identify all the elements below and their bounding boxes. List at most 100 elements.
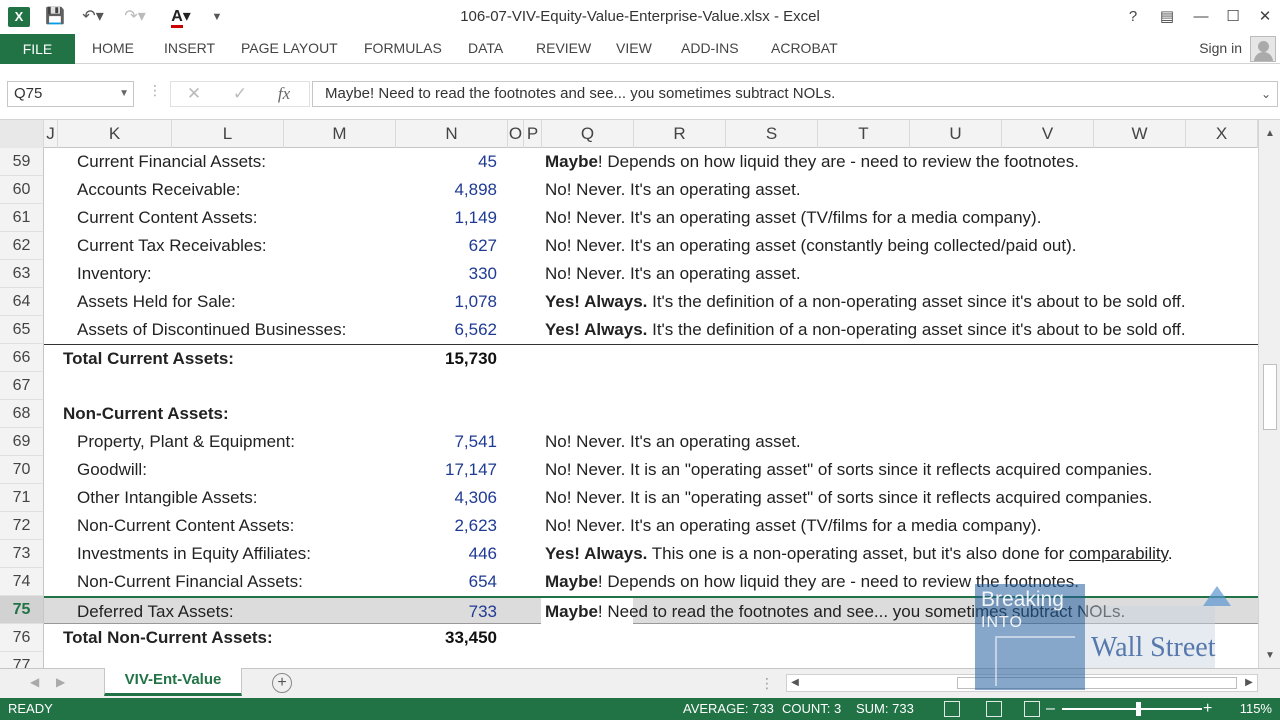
zoom-in-button[interactable]: +	[1203, 698, 1212, 720]
scroll-left-icon[interactable]: ◀	[787, 675, 803, 691]
tab-review[interactable]: REVIEW	[536, 34, 591, 64]
row-header[interactable]: 72	[0, 512, 44, 540]
column-header-l[interactable]: L	[172, 120, 284, 148]
column-header-v[interactable]: V	[1002, 120, 1094, 148]
row-header[interactable]: 73	[0, 540, 44, 568]
formula-bar-grip-icon[interactable]: ⋮	[148, 82, 162, 99]
row-value[interactable]: 2,623	[394, 512, 497, 540]
row-header[interactable]: 66	[0, 344, 44, 372]
row-note[interactable]: No! Never. It's an operating asset (TV/f…	[545, 204, 1041, 232]
zoom-out-button[interactable]: –	[1046, 698, 1055, 720]
row-label[interactable]: Total Non-Current Assets:	[63, 624, 273, 652]
row-value[interactable]: 1,078	[394, 288, 497, 316]
row-header[interactable]: 71	[0, 484, 44, 512]
horizontal-scrollbar[interactable]: ◀ ▶	[786, 674, 1258, 692]
scroll-up-icon[interactable]: ▲	[1259, 124, 1280, 144]
horizontal-scroll-thumb[interactable]	[957, 677, 1237, 689]
prev-sheet-icon[interactable]: ◀	[30, 675, 39, 689]
row-note[interactable]: Yes! Always. This one is a non-operating…	[545, 540, 1173, 568]
select-all-corner[interactable]	[0, 120, 44, 148]
row-note[interactable]: No! Never. It's an operating asset.	[545, 260, 801, 288]
row-label[interactable]: Deferred Tax Assets:	[77, 598, 234, 626]
row-value[interactable]: 627	[394, 232, 497, 260]
row-note[interactable]: Maybe! Depends on how liquid they are - …	[545, 148, 1079, 176]
row-value[interactable]: 7,541	[394, 428, 497, 456]
row-label[interactable]: Total Current Assets:	[63, 345, 234, 373]
zoom-slider-knob[interactable]	[1136, 702, 1141, 716]
zoom-level[interactable]: 115%	[1240, 698, 1272, 720]
add-sheet-button[interactable]: +	[272, 673, 292, 693]
vertical-scrollbar[interactable]: ▲ ▼	[1258, 120, 1280, 668]
row-label[interactable]: Accounts Receivable:	[77, 176, 240, 204]
ribbon-display-icon[interactable]: ▤	[1152, 5, 1182, 29]
row-label[interactable]: Other Intangible Assets:	[77, 484, 258, 512]
sign-in-link[interactable]: Sign in	[1199, 34, 1242, 64]
row-header[interactable]: 64	[0, 288, 44, 316]
row-value[interactable]: 654	[394, 568, 497, 596]
row-label[interactable]: Assets Held for Sale:	[77, 288, 236, 316]
worksheet-grid[interactable]: J K L M N O P Q R S T U V W X 59 60 61 62 63…	[0, 120, 1280, 668]
scroll-right-icon[interactable]: ▶	[1241, 675, 1257, 691]
row-value[interactable]: 330	[394, 260, 497, 288]
column-header-u[interactable]: U	[910, 120, 1002, 148]
row-note[interactable]: Yes! Always. It's the definition of a no…	[545, 288, 1186, 316]
column-header-q[interactable]: Q	[542, 120, 634, 148]
column-header-p[interactable]: P	[524, 120, 542, 148]
row-header[interactable]: 74	[0, 568, 44, 596]
row-note[interactable]: No! Never. It is an "operating asset" of…	[545, 484, 1152, 512]
normal-view-icon[interactable]	[944, 701, 960, 717]
chevron-down-icon[interactable]: ▼	[119, 82, 129, 106]
row-header[interactable]: 70	[0, 456, 44, 484]
column-header-x[interactable]: X	[1186, 120, 1258, 148]
row-value[interactable]: 1,149	[394, 204, 497, 232]
row-note[interactable]: No! Never. It's an operating asset.	[545, 428, 801, 456]
zoom-slider[interactable]	[1062, 708, 1202, 710]
row-header[interactable]: 77	[0, 652, 44, 668]
cancel-icon[interactable]: ✕	[182, 82, 206, 106]
cell-area[interactable]: Current Financial Assets: 45 Maybe! Depend…	[44, 148, 1258, 668]
row-note[interactable]: No! Never. It's an operating asset.	[545, 176, 801, 204]
scroll-down-icon[interactable]: ▼	[1259, 646, 1280, 666]
row-value[interactable]: 15,730	[394, 345, 497, 373]
row-label[interactable]: Non-Current Assets:	[63, 400, 229, 428]
tab-insert[interactable]: INSERT	[164, 34, 215, 64]
row-header[interactable]: 62	[0, 232, 44, 260]
row-label[interactable]: Property, Plant & Equipment:	[77, 428, 295, 456]
sheet-tab-viv-ent-value[interactable]: VIV-Ent-Value	[104, 668, 242, 696]
row-label[interactable]: Investments in Equity Affiliates:	[77, 540, 311, 568]
row-label[interactable]: Assets of Discontinued Businesses:	[77, 316, 346, 344]
row-note[interactable]: No! Never. It's an operating asset (TV/f…	[545, 512, 1041, 540]
row-header[interactable]: 65	[0, 316, 44, 344]
row-note[interactable]: No! Never. It's an operating asset (cons…	[545, 232, 1077, 260]
row-note[interactable]: Maybe! Depends on how liquid they are - …	[545, 568, 1079, 596]
column-header-j[interactable]: J	[44, 120, 58, 148]
column-header-r[interactable]: R	[634, 120, 726, 148]
vertical-scroll-thumb[interactable]	[1263, 364, 1277, 430]
split-grip-icon[interactable]: ⋮	[760, 675, 774, 692]
maximize-icon[interactable]: ☐	[1218, 5, 1248, 29]
row-header[interactable]: 76	[0, 624, 44, 652]
row-value[interactable]: 45	[394, 148, 497, 176]
expand-formula-bar-icon[interactable]: ⌄	[1261, 82, 1271, 106]
name-box[interactable]: Q75 ▼	[7, 81, 134, 107]
row-value[interactable]: 4,898	[394, 176, 497, 204]
row-note[interactable]: Yes! Always. It's the definition of a no…	[545, 316, 1186, 344]
row-note[interactable]: No! Never. It is an "operating asset" of…	[545, 456, 1152, 484]
row-value[interactable]: 6,562	[394, 316, 497, 344]
row-label[interactable]: Inventory:	[77, 260, 152, 288]
tab-acrobat[interactable]: ACROBAT	[771, 34, 838, 64]
minimize-icon[interactable]: —	[1186, 5, 1216, 29]
row-label[interactable]: Current Tax Receivables:	[77, 232, 267, 260]
close-icon[interactable]: ✕	[1250, 5, 1280, 29]
column-header-w[interactable]: W	[1094, 120, 1186, 148]
row-value[interactable]: 33,450	[394, 624, 497, 652]
row-label[interactable]: Goodwill:	[77, 456, 147, 484]
enter-icon[interactable]: ✓	[228, 82, 252, 106]
tab-data[interactable]: DATA	[468, 34, 503, 64]
row-header[interactable]: 75	[0, 596, 44, 624]
column-header-t[interactable]: T	[818, 120, 910, 148]
page-break-view-icon[interactable]	[1024, 701, 1040, 717]
row-value[interactable]: 446	[394, 540, 497, 568]
row-header[interactable]: 61	[0, 204, 44, 232]
help-icon[interactable]: ?	[1118, 5, 1148, 29]
